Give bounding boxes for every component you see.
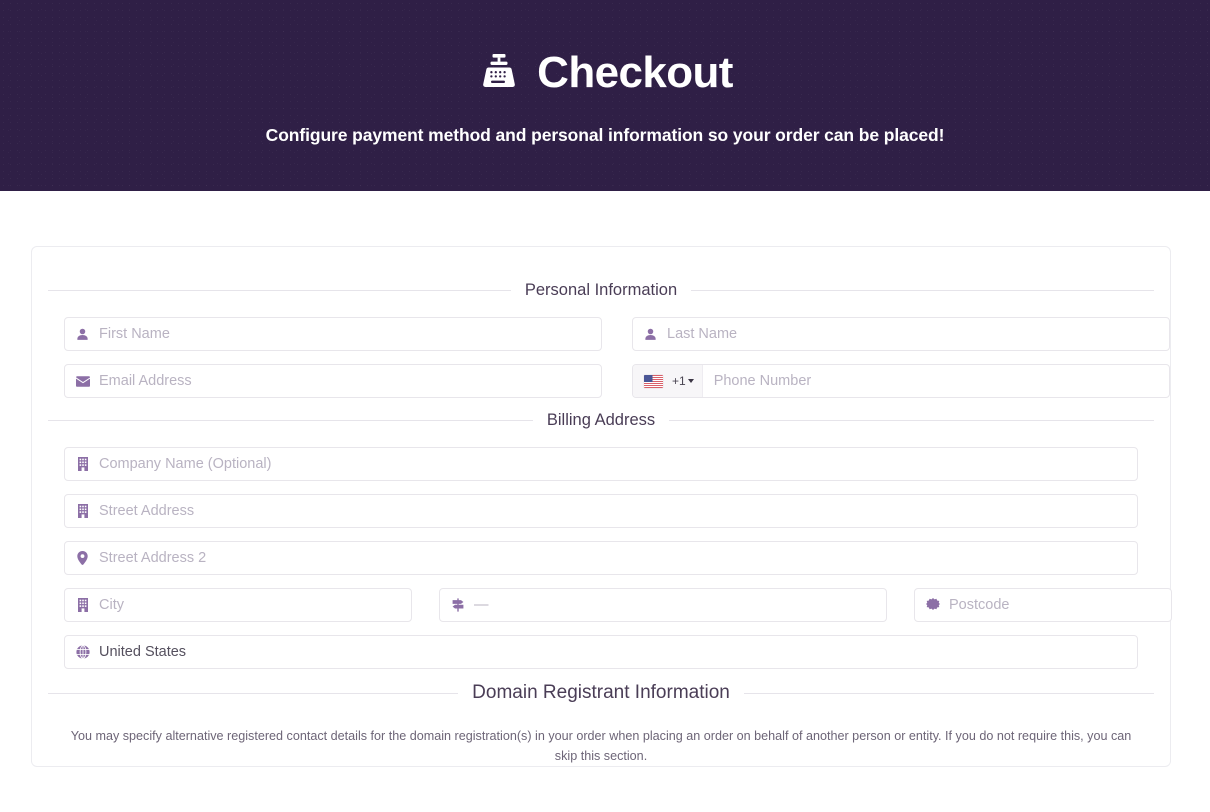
- state-field[interactable]: —: [439, 588, 887, 622]
- name-row: First Name Last Name: [48, 317, 1170, 351]
- email-placeholder: Email Address: [99, 373, 192, 389]
- envelope-icon: [75, 375, 90, 387]
- page-body: Personal Information First Name Last Nam…: [0, 191, 1210, 768]
- country-row: United States: [48, 635, 1154, 669]
- first-name-field[interactable]: First Name: [64, 317, 602, 351]
- legend-rule-right: [743, 692, 1155, 694]
- legend-domain-registrant-label: Domain Registrant Information: [472, 682, 730, 703]
- building-icon: [75, 598, 90, 612]
- page-header: Checkout Configure payment method and pe…: [0, 0, 1210, 191]
- legend-personal-information: Personal Information: [48, 281, 1154, 300]
- legend-billing-address-label: Billing Address: [546, 411, 656, 429]
- country-value: United States: [99, 644, 187, 660]
- street-address-placeholder: Street Address: [99, 503, 195, 519]
- checkout-form-card: Personal Information First Name Last Nam…: [31, 246, 1172, 768]
- street-address-2-field[interactable]: Street Address 2: [64, 541, 1138, 575]
- country-field[interactable]: United States: [64, 635, 1138, 669]
- company-row: Company Name (Optional): [48, 447, 1154, 481]
- phone-field[interactable]: +1 Phone Number: [632, 364, 1170, 398]
- city-placeholder: City: [99, 597, 124, 613]
- postcode-placeholder: Postcode: [949, 597, 1010, 613]
- company-name-field[interactable]: Company Name (Optional): [64, 447, 1138, 481]
- signpost-icon: [450, 598, 465, 612]
- page-title: Checkout: [537, 48, 733, 97]
- legend-rule-right: [691, 290, 1154, 291]
- state-value: —: [474, 597, 489, 613]
- dial-code-text: +1: [672, 374, 686, 388]
- legend-domain-registrant-information: Domain Registrant Information: [48, 682, 1155, 704]
- first-name-placeholder: First Name: [99, 326, 170, 342]
- cash-register-icon: [477, 51, 521, 95]
- legend-billing-address: Billing Address: [48, 411, 1155, 430]
- building-icon: [75, 504, 90, 518]
- legend-rule-right: [669, 420, 1155, 421]
- street-address-field[interactable]: Street Address: [64, 494, 1138, 528]
- last-name-placeholder: Last Name: [667, 326, 738, 342]
- legend-personal-information-label: Personal Information: [524, 281, 678, 299]
- chevron-down-icon: [687, 379, 694, 383]
- street2-row: Street Address 2: [48, 541, 1154, 575]
- building-icon: [75, 457, 90, 471]
- street1-row: Street Address: [48, 494, 1154, 528]
- email-field[interactable]: Email Address: [64, 364, 602, 398]
- user-icon: [75, 328, 90, 341]
- page-subtitle: Configure payment method and personal in…: [265, 125, 945, 145]
- postcode-field[interactable]: Postcode: [914, 588, 1172, 622]
- us-flag-icon: [644, 374, 663, 388]
- last-name-field[interactable]: Last Name: [632, 317, 1170, 351]
- legend-rule-left: [48, 692, 459, 694]
- street-address-2-placeholder: Street Address 2: [99, 550, 207, 566]
- city-field[interactable]: City: [64, 588, 412, 622]
- company-name-placeholder: Company Name (Optional): [99, 456, 272, 472]
- page-title-row: Checkout: [477, 51, 733, 95]
- phone-placeholder: Phone Number: [713, 373, 812, 389]
- phone-dial-code: +1: [672, 374, 694, 388]
- phone-country-selector[interactable]: +1: [633, 365, 703, 397]
- city-state-postcode-row: City — Postcode: [48, 588, 1172, 622]
- map-pin-icon: [75, 551, 90, 565]
- globe-icon: [75, 645, 90, 659]
- user-icon: [643, 328, 658, 341]
- legend-rule-left: [48, 290, 511, 291]
- legend-rule-left: [48, 420, 533, 421]
- contact-row: Email Address +1 Phone Number: [48, 364, 1170, 398]
- certificate-icon: [925, 598, 940, 612]
- domain-registrant-note: You may specify alternative registered c…: [70, 729, 1132, 763]
